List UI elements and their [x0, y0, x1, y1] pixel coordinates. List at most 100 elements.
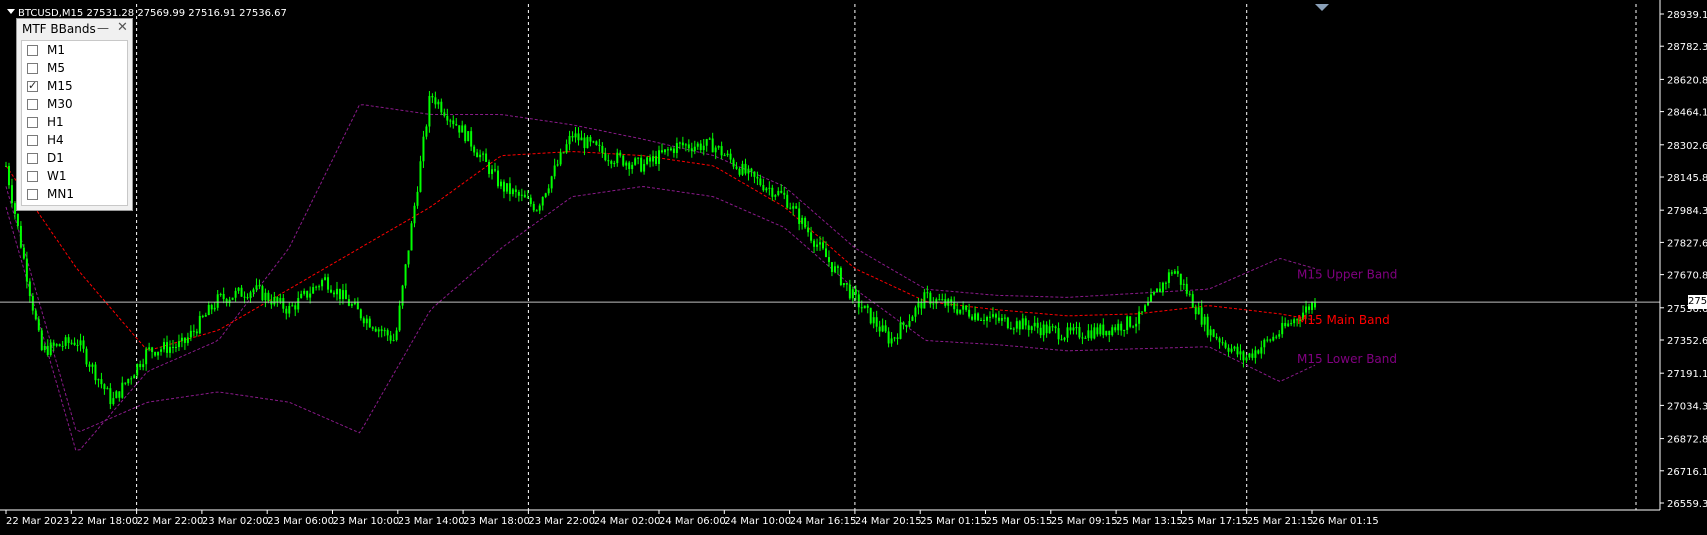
candle-body — [213, 307, 216, 310]
window-menu-triangle-icon[interactable] — [7, 9, 15, 14]
candle-body — [371, 327, 374, 329]
candle-body — [386, 330, 389, 336]
candle-body — [398, 305, 401, 331]
candle-body — [494, 169, 497, 171]
lower-band-label: M15 Lower Band — [1297, 352, 1397, 366]
candle-body — [5, 165, 7, 167]
timeframe-h4-option[interactable]: H4 — [22, 131, 127, 149]
candle-body — [67, 337, 70, 343]
timeframe-m1-option[interactable]: M1 — [22, 41, 127, 59]
timeframe-mn1-option[interactable]: MN1 — [22, 185, 127, 203]
timeframe-h1-option[interactable]: H1 — [22, 113, 127, 131]
candle-body — [753, 171, 756, 177]
time-tick-label: 22 Mar 18:00 — [71, 516, 138, 527]
checkbox[interactable] — [27, 116, 38, 128]
candle-body — [1275, 336, 1278, 338]
checkbox[interactable] — [27, 79, 38, 92]
timeframe-label: H1 — [47, 115, 64, 129]
candle-body — [434, 97, 437, 105]
candle-body — [40, 330, 43, 351]
checkbox[interactable] — [27, 188, 38, 200]
timeframe-w1-option[interactable]: W1 — [22, 167, 127, 185]
candle-body — [771, 187, 774, 197]
candle-body — [508, 183, 511, 195]
candle-body — [1272, 336, 1275, 341]
candle-body — [130, 378, 133, 380]
checkbox[interactable] — [27, 98, 38, 110]
candle-body — [338, 288, 341, 300]
candle-body — [535, 210, 538, 212]
chart-shift-marker-icon[interactable] — [1315, 4, 1329, 11]
candle-body — [79, 340, 82, 346]
checkbox[interactable] — [27, 152, 38, 164]
time-tick-label: 24 Mar 16:15 — [790, 516, 857, 527]
candle-body — [1209, 329, 1212, 336]
close-icon[interactable]: ✕ — [117, 20, 128, 35]
candle-body — [974, 313, 977, 320]
candle-body — [720, 146, 723, 156]
candle-body — [318, 286, 321, 288]
candle-body — [49, 342, 52, 356]
candle-body — [19, 225, 22, 248]
candle-body — [25, 258, 28, 282]
checkbox[interactable] — [27, 134, 38, 146]
candle-body — [148, 347, 151, 350]
timeframe-label: M5 — [47, 61, 65, 75]
candle-body — [166, 342, 169, 353]
price-tick-label: 27670.80 — [1667, 271, 1707, 282]
candle-body — [807, 227, 810, 233]
chart-area[interactable]: 28939.10 28782.35 28620.80 28464.10 28302.60… — [0, 0, 1707, 535]
checkbox[interactable] — [27, 44, 38, 56]
candle-body — [971, 316, 974, 320]
timeframe-d1-option[interactable]: D1 — [22, 149, 127, 167]
minimize-icon[interactable]: — — [97, 21, 109, 35]
time-tick-label: 25 Mar 01:15 — [920, 516, 987, 527]
candle-body — [482, 153, 485, 155]
timeframe-m5-option[interactable]: M5 — [22, 59, 127, 77]
candle-body — [968, 309, 971, 317]
candle-body — [488, 161, 491, 174]
checkbox[interactable] — [27, 170, 38, 182]
price-tick-label: 28620.80 — [1667, 75, 1707, 86]
candle-body — [1018, 321, 1021, 330]
candle-body — [887, 331, 890, 344]
candle-body — [702, 145, 705, 151]
price-tick-label: 28464.10 — [1667, 108, 1707, 119]
panel-title: MTF BBands — [22, 22, 96, 36]
candle-body — [762, 184, 765, 191]
candle-body — [297, 298, 300, 310]
candle-body — [774, 195, 777, 197]
candle-body — [58, 344, 61, 347]
price-tick-label: 27352.60 — [1667, 336, 1707, 347]
candle-body — [440, 101, 443, 113]
price-chart[interactable]: 28939.10 28782.35 28620.80 28464.10 28302.60… — [0, 0, 1707, 535]
candle-body — [76, 344, 79, 346]
candle-body — [1161, 282, 1164, 293]
current-price-tag: 27536.67 — [1688, 295, 1707, 310]
timeframe-m30-option[interactable]: M30 — [22, 95, 127, 113]
candle-body — [1167, 272, 1170, 283]
mtf-bbands-panel[interactable]: MTF BBands — ✕ M1 M5 M15 M30 H1 H4 D1 W1… — [16, 18, 133, 211]
candle-body — [174, 346, 177, 348]
candle-body — [953, 302, 956, 310]
candle-body — [437, 101, 440, 105]
checkbox[interactable] — [27, 62, 38, 74]
timeframe-m15-option[interactable]: M15 — [22, 77, 127, 95]
candle-body — [1150, 294, 1153, 302]
candle-body — [827, 257, 830, 263]
candle-body — [356, 302, 359, 310]
candle-body — [792, 206, 795, 209]
candle-body — [520, 194, 523, 196]
candle-body — [309, 293, 312, 298]
candle-body — [1000, 318, 1003, 321]
candle-body — [750, 168, 753, 172]
candle-body — [681, 142, 684, 146]
candle-body — [43, 345, 46, 351]
candle-body — [1218, 338, 1221, 343]
candle-body — [1129, 316, 1132, 327]
candle-body — [171, 346, 174, 348]
candle-body — [392, 339, 395, 341]
candle-body — [672, 148, 675, 153]
candle-body — [1245, 357, 1248, 361]
candle-body — [544, 193, 547, 197]
